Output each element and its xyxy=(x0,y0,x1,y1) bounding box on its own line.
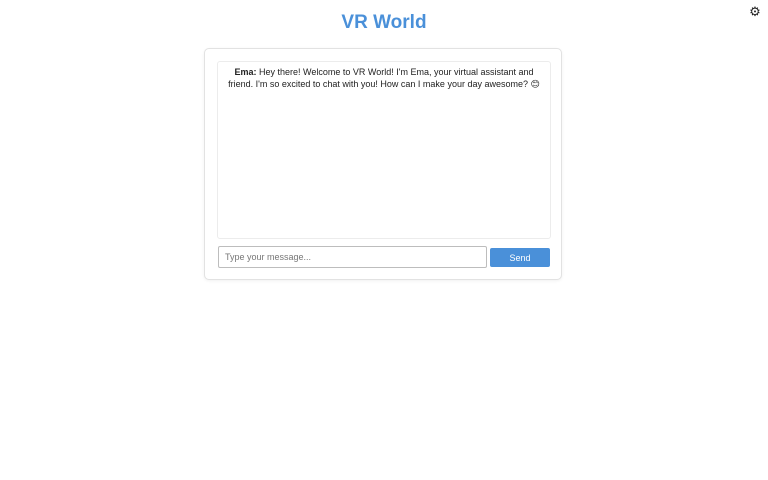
message-sender: Ema: xyxy=(234,67,257,77)
message-input[interactable] xyxy=(218,246,487,268)
page-title: VR World xyxy=(341,12,427,33)
composer: Send xyxy=(218,246,550,268)
chat-card: Ema: Hey there! Welcome to VR World! I'm… xyxy=(204,48,562,280)
message-text-start: Hey there! xyxy=(256,67,304,77)
send-button[interactable]: Send xyxy=(490,248,550,267)
chat-message: Ema: Hey there! Welcome to VR World! I'm… xyxy=(223,67,545,91)
chat-log[interactable]: Ema: Hey there! Welcome to VR World! I'm… xyxy=(217,61,551,239)
page: ⚙ VR World Ema: Hey there! Welcome to VR… xyxy=(0,0,768,480)
smile-emoji-icon: 😊 xyxy=(530,80,540,90)
